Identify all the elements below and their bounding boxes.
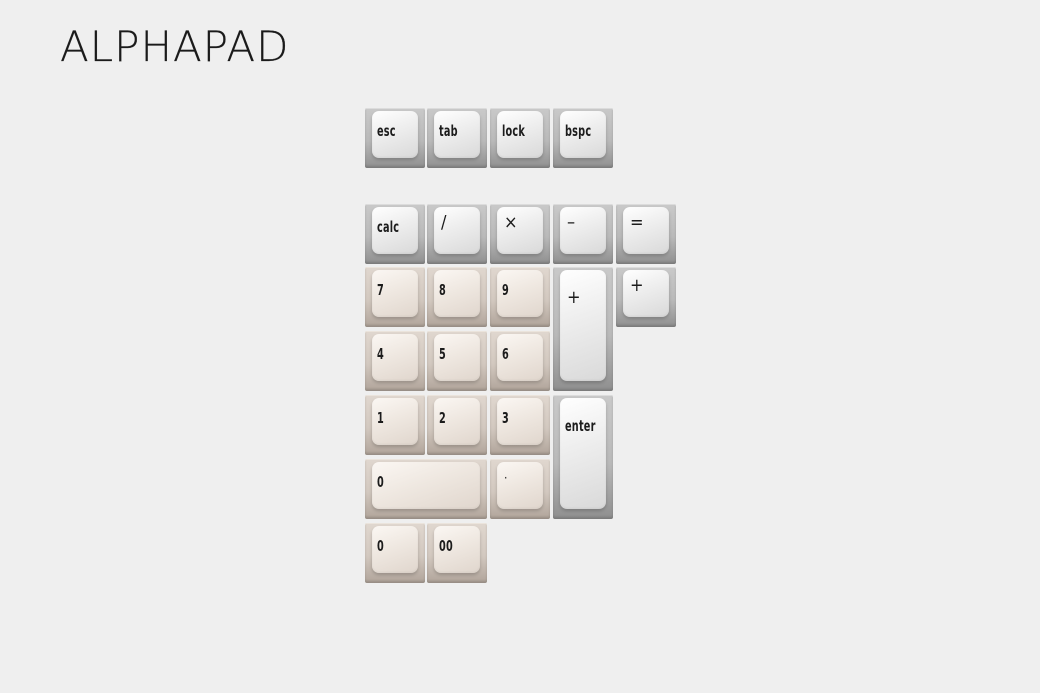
key-legend: 0	[377, 473, 384, 491]
key-legend: 6	[502, 345, 509, 363]
zero-key[interactable]: 0	[365, 523, 425, 583]
equals-key[interactable]: =	[616, 204, 676, 264]
plus-small-key[interactable]: +	[616, 267, 676, 327]
key-legend: tab	[439, 122, 458, 140]
five-key[interactable]: 5	[427, 331, 487, 391]
key-legend: ·	[504, 471, 508, 485]
key-legend: enter	[565, 417, 596, 435]
keycap-top	[497, 462, 543, 509]
key-legend: +	[567, 287, 581, 308]
key-legend: esc	[377, 122, 396, 140]
key-legend: 9	[502, 281, 509, 299]
key-legend: 8	[439, 281, 446, 299]
three-key[interactable]: 3	[490, 395, 550, 455]
key-legend: 3	[502, 409, 509, 427]
calc-key[interactable]: calc	[365, 204, 425, 264]
key-legend: 0	[377, 537, 384, 555]
eight-key[interactable]: 8	[427, 267, 487, 327]
esc-key[interactable]: esc	[365, 108, 425, 168]
key-legend: 7	[377, 281, 384, 299]
key-legend: =	[630, 212, 644, 233]
keycap-top	[372, 462, 480, 509]
key-legend: 5	[439, 345, 446, 363]
four-key[interactable]: 4	[365, 331, 425, 391]
keycap-top	[560, 398, 606, 509]
dot-key[interactable]: ·	[490, 459, 550, 519]
seven-key[interactable]: 7	[365, 267, 425, 327]
double-zero-key[interactable]: 00	[427, 523, 487, 583]
nine-key[interactable]: 9	[490, 267, 550, 327]
key-legend: bspc	[565, 122, 592, 140]
key-legend: calc	[377, 218, 400, 236]
key-legend: ×	[504, 212, 518, 233]
one-key[interactable]: 1	[365, 395, 425, 455]
multiply-key[interactable]: ×	[490, 204, 550, 264]
bspc-key[interactable]: bspc	[553, 108, 613, 168]
zero-wide-key[interactable]: 0	[365, 459, 487, 519]
key-legend: 4	[377, 345, 384, 363]
page-title: ALPHAPAD	[60, 22, 290, 71]
key-legend: lock	[502, 122, 526, 140]
slash-key[interactable]: /	[427, 204, 487, 264]
key-legend: +	[630, 275, 644, 296]
plus-tall-key[interactable]: +	[553, 267, 613, 391]
key-legend: –	[567, 212, 576, 233]
tab-key[interactable]: tab	[427, 108, 487, 168]
enter-key[interactable]: enter	[553, 395, 613, 519]
six-key[interactable]: 6	[490, 331, 550, 391]
key-legend: 2	[439, 409, 446, 427]
lock-key[interactable]: lock	[490, 108, 550, 168]
two-key[interactable]: 2	[427, 395, 487, 455]
minus-key[interactable]: –	[553, 204, 613, 264]
key-legend: 1	[377, 409, 384, 427]
key-legend: /	[441, 212, 447, 233]
key-legend: 00	[439, 537, 453, 555]
